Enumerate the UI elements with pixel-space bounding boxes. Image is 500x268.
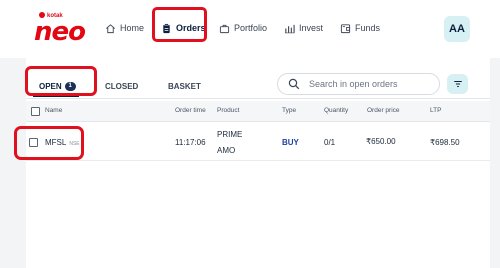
wallet-icon xyxy=(340,23,351,33)
page-background-left xyxy=(0,58,26,268)
column-header-order-time: Order time xyxy=(175,107,206,114)
row-quantity: 0/1 xyxy=(324,138,336,147)
column-header-quantity: Quantity xyxy=(324,107,349,114)
row-divider xyxy=(26,160,490,161)
briefcase-icon xyxy=(219,24,230,33)
table-header xyxy=(26,101,490,122)
home-icon xyxy=(106,23,115,33)
column-header-product: Product xyxy=(217,107,240,114)
filter-icon xyxy=(453,81,462,87)
search-input[interactable] xyxy=(309,79,429,89)
nav-portfolio-label: Portfolio xyxy=(234,23,268,33)
row-ltp: ₹698.50 xyxy=(430,138,460,147)
row-exchange: NSE xyxy=(69,141,80,147)
row-symbol[interactable]: MFSL NSE xyxy=(45,138,80,147)
bar-chart-icon xyxy=(284,24,295,33)
column-header-order-price: Order price xyxy=(367,107,400,114)
row-product-line2: AMO xyxy=(217,146,236,155)
top-navbar: kotak neo Home Orders Portfolio Invest F… xyxy=(0,0,500,58)
orders-highlight-box xyxy=(152,7,207,42)
tab-basket[interactable]: BASKET xyxy=(168,80,201,92)
order-search-box[interactable] xyxy=(277,73,440,95)
filter-button[interactable] xyxy=(447,74,468,94)
row-order-price: ₹650.00 xyxy=(366,137,396,146)
nav-home-label: Home xyxy=(120,23,145,33)
tab-closed[interactable]: CLOSED xyxy=(105,80,138,92)
nav-funds[interactable]: Funds xyxy=(340,18,380,38)
nav-invest[interactable]: Invest xyxy=(284,18,323,38)
select-all-checkbox[interactable] xyxy=(31,107,40,116)
row-order-time: 11:17:06 xyxy=(175,138,206,147)
nav-invest-label: Invest xyxy=(299,23,324,33)
user-avatar[interactable]: AA xyxy=(444,16,470,42)
tabs-divider xyxy=(26,98,490,99)
open-tab-highlight-box xyxy=(25,66,97,96)
nav-funds-label: Funds xyxy=(355,23,381,33)
column-header-name: Name xyxy=(45,107,63,114)
row-symbol-name: MFSL xyxy=(45,138,67,147)
column-header-type: Type xyxy=(282,107,297,114)
brand-name: neo xyxy=(34,17,86,47)
page-background-right xyxy=(490,58,500,268)
column-header-ltp: LTP xyxy=(430,107,442,114)
nav-portfolio[interactable]: Portfolio xyxy=(219,18,267,38)
kotak-neo-logo[interactable]: kotak neo xyxy=(34,12,86,47)
row-product-line1: PRIME xyxy=(217,130,243,139)
search-icon xyxy=(288,78,300,90)
nav-home[interactable]: Home xyxy=(105,18,144,38)
row-type: BUY xyxy=(282,138,299,147)
